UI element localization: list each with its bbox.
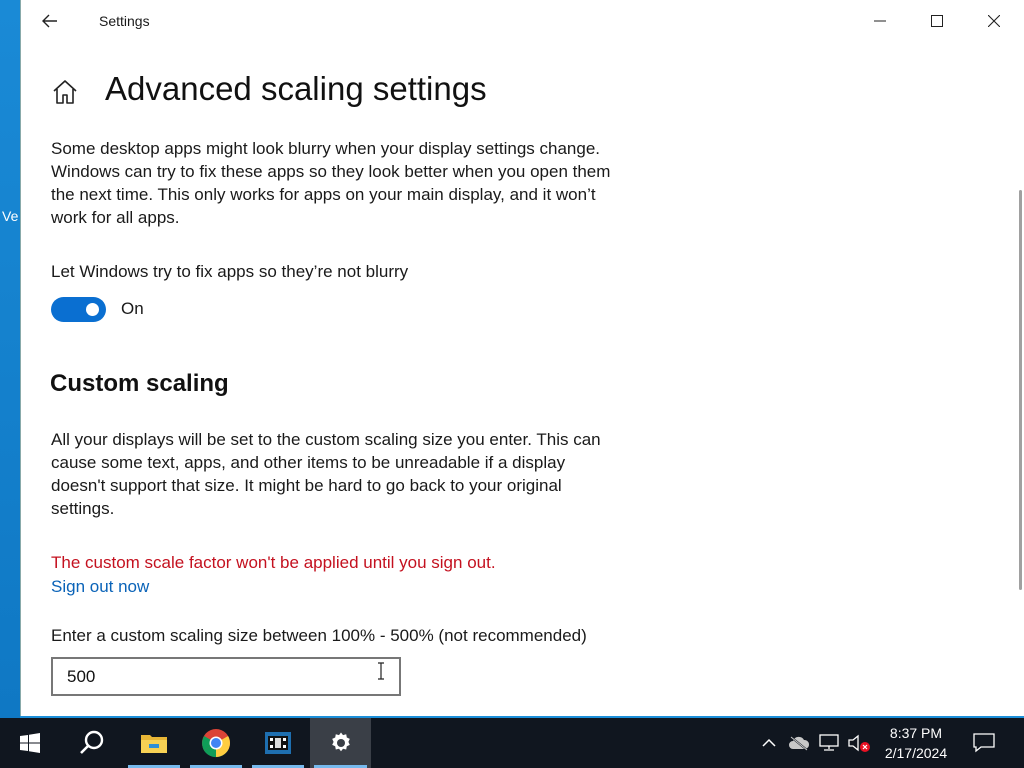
custom-scaling-description: All your displays will be set to the cus… xyxy=(51,430,601,518)
volume-muted-icon xyxy=(848,734,870,752)
minimize-button[interactable] xyxy=(851,0,908,42)
scrollbar[interactable] xyxy=(1019,190,1022,590)
desktop-icon-label-partial[interactable]: Ve xyxy=(2,208,18,224)
media-player-icon xyxy=(265,732,291,754)
windows-start-icon xyxy=(20,733,40,753)
toggle-knob xyxy=(86,303,99,316)
show-hidden-icons-button[interactable] xyxy=(756,718,782,768)
page-title: Advanced scaling settings xyxy=(105,70,487,107)
settings-window: Settings Advanced scaling settings Some … xyxy=(20,0,1024,716)
start-button[interactable] xyxy=(0,718,60,768)
close-icon xyxy=(987,15,1000,27)
settings-gear-icon xyxy=(331,732,350,752)
clock-time: 8:37 PM xyxy=(889,725,943,741)
custom-scaling-input[interactable] xyxy=(51,657,401,696)
onedrive-offline-icon xyxy=(789,736,810,751)
custom-scaling-heading: Custom scaling xyxy=(50,370,229,397)
chevron-up-icon xyxy=(762,738,776,747)
media-player-button[interactable] xyxy=(248,718,308,768)
home-icon[interactable] xyxy=(51,78,79,106)
chrome-icon xyxy=(202,729,230,758)
fix-blurry-toggle[interactable] xyxy=(51,297,106,322)
minimize-icon xyxy=(873,20,886,22)
search-button[interactable] xyxy=(62,718,122,768)
file-explorer-icon xyxy=(141,735,167,753)
scaling-input-label: Enter a custom scaling size between 100%… xyxy=(51,626,587,645)
search-icon xyxy=(80,730,104,754)
toggle-state-text: On xyxy=(121,299,144,318)
title-bar: Settings xyxy=(21,0,1024,42)
maximize-button[interactable] xyxy=(908,0,965,42)
clock-date: 2/17/2024 xyxy=(884,745,948,761)
onedrive-tray-button[interactable] xyxy=(786,718,812,768)
app-title: Settings xyxy=(99,13,150,29)
file-explorer-button[interactable] xyxy=(124,718,184,768)
back-button[interactable] xyxy=(35,8,65,34)
settings-taskbar-button[interactable] xyxy=(310,718,371,768)
maximize-icon xyxy=(930,15,943,27)
intro-description: Some desktop apps might look blurry when… xyxy=(51,139,611,227)
ibeam-cursor-icon xyxy=(378,662,384,680)
taskbar: 8:37 PM 2/17/2024 xyxy=(0,718,1024,768)
desktop-background: Ve xyxy=(0,0,20,718)
taskbar-clock[interactable]: 8:37 PM 2/17/2024 xyxy=(876,718,956,768)
action-center-button[interactable] xyxy=(966,718,1002,768)
sign-out-now-link[interactable]: Sign out now xyxy=(51,577,149,597)
close-button[interactable] xyxy=(965,0,1022,42)
back-arrow-icon xyxy=(42,14,57,28)
network-icon xyxy=(819,734,839,751)
volume-tray-button[interactable] xyxy=(846,718,872,768)
network-tray-button[interactable] xyxy=(816,718,842,768)
notification-icon xyxy=(973,733,995,753)
fix-blurry-label: Let Windows try to fix apps so they’re n… xyxy=(51,262,409,281)
sign-out-warning: The custom scale factor won't be applied… xyxy=(51,553,496,572)
chrome-button[interactable] xyxy=(186,718,246,768)
